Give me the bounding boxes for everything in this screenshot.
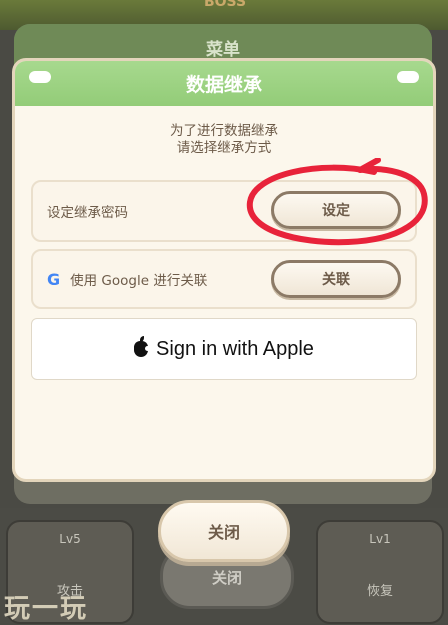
- stat-card-recover: Lv1 恢复: [316, 520, 444, 624]
- sign-in-with-apple-button[interactable]: Sign in with Apple: [31, 318, 417, 380]
- google-row-label: 使用 Google 进行关联: [70, 273, 208, 289]
- set-password-button[interactable]: 设定: [271, 191, 401, 229]
- stat-card-level: Lv1: [369, 532, 391, 546]
- password-row-label: 设定继承密码: [47, 205, 128, 221]
- apple-button-label: Sign in with Apple: [156, 337, 314, 360]
- google-icon: G: [47, 269, 61, 289]
- apple-icon: [134, 336, 151, 357]
- cloud-icon: [397, 71, 419, 83]
- stat-card-level: Lv5: [59, 532, 81, 546]
- close-button[interactable]: 关闭: [158, 500, 290, 562]
- password-row: 设定继承密码 设定: [31, 180, 417, 242]
- dialog-subtitle: 为了进行数据继承 请选择继承方式: [15, 123, 433, 157]
- cloud-icon: [29, 71, 51, 83]
- watermark-logo: 玩一玩: [4, 594, 89, 624]
- dialog-title: 数据继承: [185, 74, 262, 96]
- subtitle-line-1: 为了进行数据继承: [170, 123, 278, 139]
- stat-card-name: 恢复: [366, 584, 393, 599]
- link-google-button[interactable]: 关联: [271, 260, 401, 298]
- google-row-label-wrap: G 使用 Google 进行关联: [47, 251, 207, 307]
- data-transfer-dialog: 数据继承 为了进行数据继承 请选择继承方式 设定继承密码 设定 G 使用 Goo…: [12, 58, 436, 482]
- dialog-header: 数据继承: [15, 61, 433, 106]
- google-row: G 使用 Google 进行关联 关联: [31, 249, 417, 309]
- boss-label: BOSS: [203, 0, 247, 10]
- subtitle-line-2: 请选择继承方式: [176, 140, 272, 156]
